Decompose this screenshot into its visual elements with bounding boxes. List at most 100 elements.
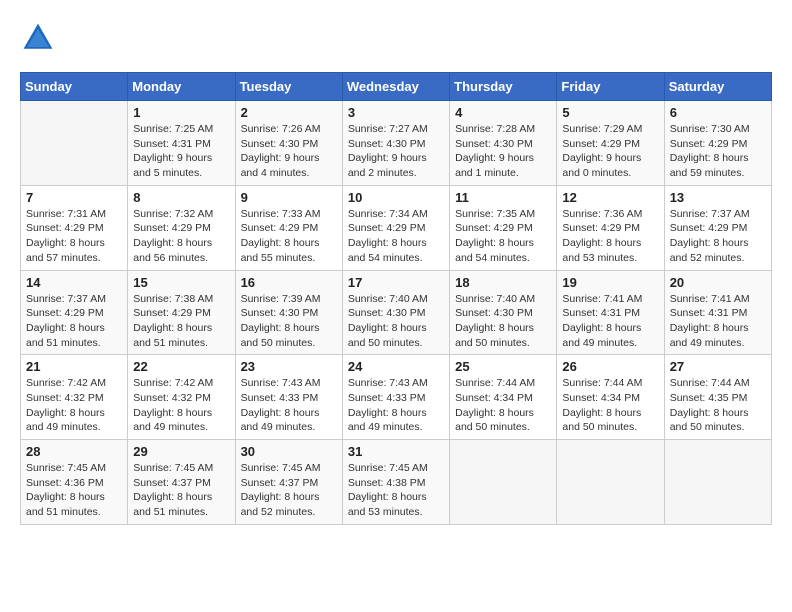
calendar-cell: 7 Sunrise: 7:31 AM Sunset: 4:29 PM Daylig… bbox=[21, 185, 128, 270]
weekday-header: Thursday bbox=[450, 73, 557, 101]
day-number: 13 bbox=[670, 190, 766, 205]
weekday-header: Monday bbox=[128, 73, 235, 101]
calendar-cell: 12 Sunrise: 7:36 AM Sunset: 4:29 PM Dayli… bbox=[557, 185, 664, 270]
calendar-cell: 15 Sunrise: 7:38 AM Sunset: 4:29 PM Dayli… bbox=[128, 270, 235, 355]
calendar-cell bbox=[450, 440, 557, 525]
day-info: Sunrise: 7:37 AM Sunset: 4:29 PM Dayligh… bbox=[26, 292, 122, 351]
day-info: Sunrise: 7:31 AM Sunset: 4:29 PM Dayligh… bbox=[26, 207, 122, 266]
day-info: Sunrise: 7:27 AM Sunset: 4:30 PM Dayligh… bbox=[348, 122, 444, 181]
calendar-cell: 14 Sunrise: 7:37 AM Sunset: 4:29 PM Dayli… bbox=[21, 270, 128, 355]
day-number: 24 bbox=[348, 359, 444, 374]
day-number: 2 bbox=[241, 105, 337, 120]
day-info: Sunrise: 7:34 AM Sunset: 4:29 PM Dayligh… bbox=[348, 207, 444, 266]
day-info: Sunrise: 7:44 AM Sunset: 4:34 PM Dayligh… bbox=[562, 376, 658, 435]
day-info: Sunrise: 7:43 AM Sunset: 4:33 PM Dayligh… bbox=[348, 376, 444, 435]
day-info: Sunrise: 7:43 AM Sunset: 4:33 PM Dayligh… bbox=[241, 376, 337, 435]
day-number: 16 bbox=[241, 275, 337, 290]
calendar-cell: 29Sunrise: 7:45 AM Sunset: 4:37 PM Dayli… bbox=[128, 440, 235, 525]
weekday-header: Friday bbox=[557, 73, 664, 101]
day-info: Sunrise: 7:45 AM Sunset: 4:36 PM Dayligh… bbox=[26, 461, 122, 520]
day-info: Sunrise: 7:32 AM Sunset: 4:29 PM Dayligh… bbox=[133, 207, 229, 266]
weekday-header: Wednesday bbox=[342, 73, 449, 101]
calendar-cell: 30Sunrise: 7:45 AM Sunset: 4:37 PM Dayli… bbox=[235, 440, 342, 525]
calendar-cell: 10 Sunrise: 7:34 AM Sunset: 4:29 PM Dayli… bbox=[342, 185, 449, 270]
day-number: 29 bbox=[133, 444, 229, 459]
day-number: 12 bbox=[562, 190, 658, 205]
calendar-cell: 18 Sunrise: 7:40 AM Sunset: 4:30 PM Dayli… bbox=[450, 270, 557, 355]
day-number: 19 bbox=[562, 275, 658, 290]
calendar-cell: 31Sunrise: 7:45 AM Sunset: 4:38 PM Dayli… bbox=[342, 440, 449, 525]
calendar-cell: 20 Sunrise: 7:41 AM Sunset: 4:31 PM Dayli… bbox=[664, 270, 771, 355]
day-number: 25 bbox=[455, 359, 551, 374]
day-info: Sunrise: 7:36 AM Sunset: 4:29 PM Dayligh… bbox=[562, 207, 658, 266]
calendar-table: SundayMondayTuesdayWednesdayThursdayFrid… bbox=[20, 72, 772, 525]
day-info: Sunrise: 7:29 AM Sunset: 4:29 PM Dayligh… bbox=[562, 122, 658, 181]
calendar-cell: 21 Sunrise: 7:42 AM Sunset: 4:32 PM Dayli… bbox=[21, 355, 128, 440]
day-number: 20 bbox=[670, 275, 766, 290]
calendar-week-row: 28 Sunrise: 7:45 AM Sunset: 4:36 PM Dayli… bbox=[21, 440, 772, 525]
weekday-header: Sunday bbox=[21, 73, 128, 101]
calendar-cell: 27 Sunrise: 7:44 AM Sunset: 4:35 PM Dayli… bbox=[664, 355, 771, 440]
calendar-cell: 6 Sunrise: 7:30 AM Sunset: 4:29 PM Daylig… bbox=[664, 101, 771, 186]
calendar-week-row: 7 Sunrise: 7:31 AM Sunset: 4:29 PM Daylig… bbox=[21, 185, 772, 270]
calendar-cell: 8 Sunrise: 7:32 AM Sunset: 4:29 PM Daylig… bbox=[128, 185, 235, 270]
day-number: 5 bbox=[562, 105, 658, 120]
day-number: 7 bbox=[26, 190, 122, 205]
calendar-cell: 5 Sunrise: 7:29 AM Sunset: 4:29 PM Daylig… bbox=[557, 101, 664, 186]
calendar-header-row: SundayMondayTuesdayWednesdayThursdayFrid… bbox=[21, 73, 772, 101]
day-number: 1 bbox=[133, 105, 229, 120]
day-number: 30 bbox=[241, 444, 337, 459]
calendar-cell: 13Sunrise: 7:37 AM Sunset: 4:29 PM Dayli… bbox=[664, 185, 771, 270]
calendar-cell: 9Sunrise: 7:33 AM Sunset: 4:29 PM Daylig… bbox=[235, 185, 342, 270]
day-number: 6 bbox=[670, 105, 766, 120]
day-number: 11 bbox=[455, 190, 551, 205]
calendar-cell bbox=[664, 440, 771, 525]
calendar-cell: 4 Sunrise: 7:28 AM Sunset: 4:30 PM Daylig… bbox=[450, 101, 557, 186]
day-info: Sunrise: 7:28 AM Sunset: 4:30 PM Dayligh… bbox=[455, 122, 551, 181]
day-number: 4 bbox=[455, 105, 551, 120]
logo-icon bbox=[20, 20, 56, 56]
calendar-cell: 1Sunrise: 7:25 AM Sunset: 4:31 PM Daylig… bbox=[128, 101, 235, 186]
calendar-cell: 19 Sunrise: 7:41 AM Sunset: 4:31 PM Dayli… bbox=[557, 270, 664, 355]
day-number: 10 bbox=[348, 190, 444, 205]
day-info: Sunrise: 7:35 AM Sunset: 4:29 PM Dayligh… bbox=[455, 207, 551, 266]
calendar-cell: 11 Sunrise: 7:35 AM Sunset: 4:29 PM Dayli… bbox=[450, 185, 557, 270]
page-header bbox=[20, 20, 772, 56]
day-info: Sunrise: 7:42 AM Sunset: 4:32 PM Dayligh… bbox=[133, 376, 229, 435]
calendar-cell: 26 Sunrise: 7:44 AM Sunset: 4:34 PM Dayli… bbox=[557, 355, 664, 440]
day-number: 15 bbox=[133, 275, 229, 290]
day-info: Sunrise: 7:38 AM Sunset: 4:29 PM Dayligh… bbox=[133, 292, 229, 351]
calendar-cell: 3 Sunrise: 7:27 AM Sunset: 4:30 PM Daylig… bbox=[342, 101, 449, 186]
calendar-cell: 16Sunrise: 7:39 AM Sunset: 4:30 PM Dayli… bbox=[235, 270, 342, 355]
day-info: Sunrise: 7:44 AM Sunset: 4:34 PM Dayligh… bbox=[455, 376, 551, 435]
day-info: Sunrise: 7:26 AM Sunset: 4:30 PM Dayligh… bbox=[241, 122, 337, 181]
day-info: Sunrise: 7:41 AM Sunset: 4:31 PM Dayligh… bbox=[670, 292, 766, 351]
day-number: 3 bbox=[348, 105, 444, 120]
day-info: Sunrise: 7:40 AM Sunset: 4:30 PM Dayligh… bbox=[348, 292, 444, 351]
calendar-cell: 24 Sunrise: 7:43 AM Sunset: 4:33 PM Dayli… bbox=[342, 355, 449, 440]
day-number: 8 bbox=[133, 190, 229, 205]
calendar-week-row: 21 Sunrise: 7:42 AM Sunset: 4:32 PM Dayli… bbox=[21, 355, 772, 440]
day-info: Sunrise: 7:30 AM Sunset: 4:29 PM Dayligh… bbox=[670, 122, 766, 181]
calendar-cell: 17Sunrise: 7:40 AM Sunset: 4:30 PM Dayli… bbox=[342, 270, 449, 355]
day-number: 31 bbox=[348, 444, 444, 459]
day-number: 28 bbox=[26, 444, 122, 459]
calendar-week-row: 1Sunrise: 7:25 AM Sunset: 4:31 PM Daylig… bbox=[21, 101, 772, 186]
day-number: 23 bbox=[241, 359, 337, 374]
logo bbox=[20, 20, 60, 56]
calendar-cell: 22 Sunrise: 7:42 AM Sunset: 4:32 PM Dayli… bbox=[128, 355, 235, 440]
day-number: 21 bbox=[26, 359, 122, 374]
calendar-cell bbox=[21, 101, 128, 186]
day-info: Sunrise: 7:41 AM Sunset: 4:31 PM Dayligh… bbox=[562, 292, 658, 351]
day-info: Sunrise: 7:33 AM Sunset: 4:29 PM Dayligh… bbox=[241, 207, 337, 266]
day-info: Sunrise: 7:44 AM Sunset: 4:35 PM Dayligh… bbox=[670, 376, 766, 435]
calendar-week-row: 14 Sunrise: 7:37 AM Sunset: 4:29 PM Dayli… bbox=[21, 270, 772, 355]
day-number: 26 bbox=[562, 359, 658, 374]
day-info: Sunrise: 7:40 AM Sunset: 4:30 PM Dayligh… bbox=[455, 292, 551, 351]
day-number: 27 bbox=[670, 359, 766, 374]
day-number: 18 bbox=[455, 275, 551, 290]
day-info: Sunrise: 7:42 AM Sunset: 4:32 PM Dayligh… bbox=[26, 376, 122, 435]
day-number: 22 bbox=[133, 359, 229, 374]
day-number: 14 bbox=[26, 275, 122, 290]
calendar-cell: 2 Sunrise: 7:26 AM Sunset: 4:30 PM Daylig… bbox=[235, 101, 342, 186]
